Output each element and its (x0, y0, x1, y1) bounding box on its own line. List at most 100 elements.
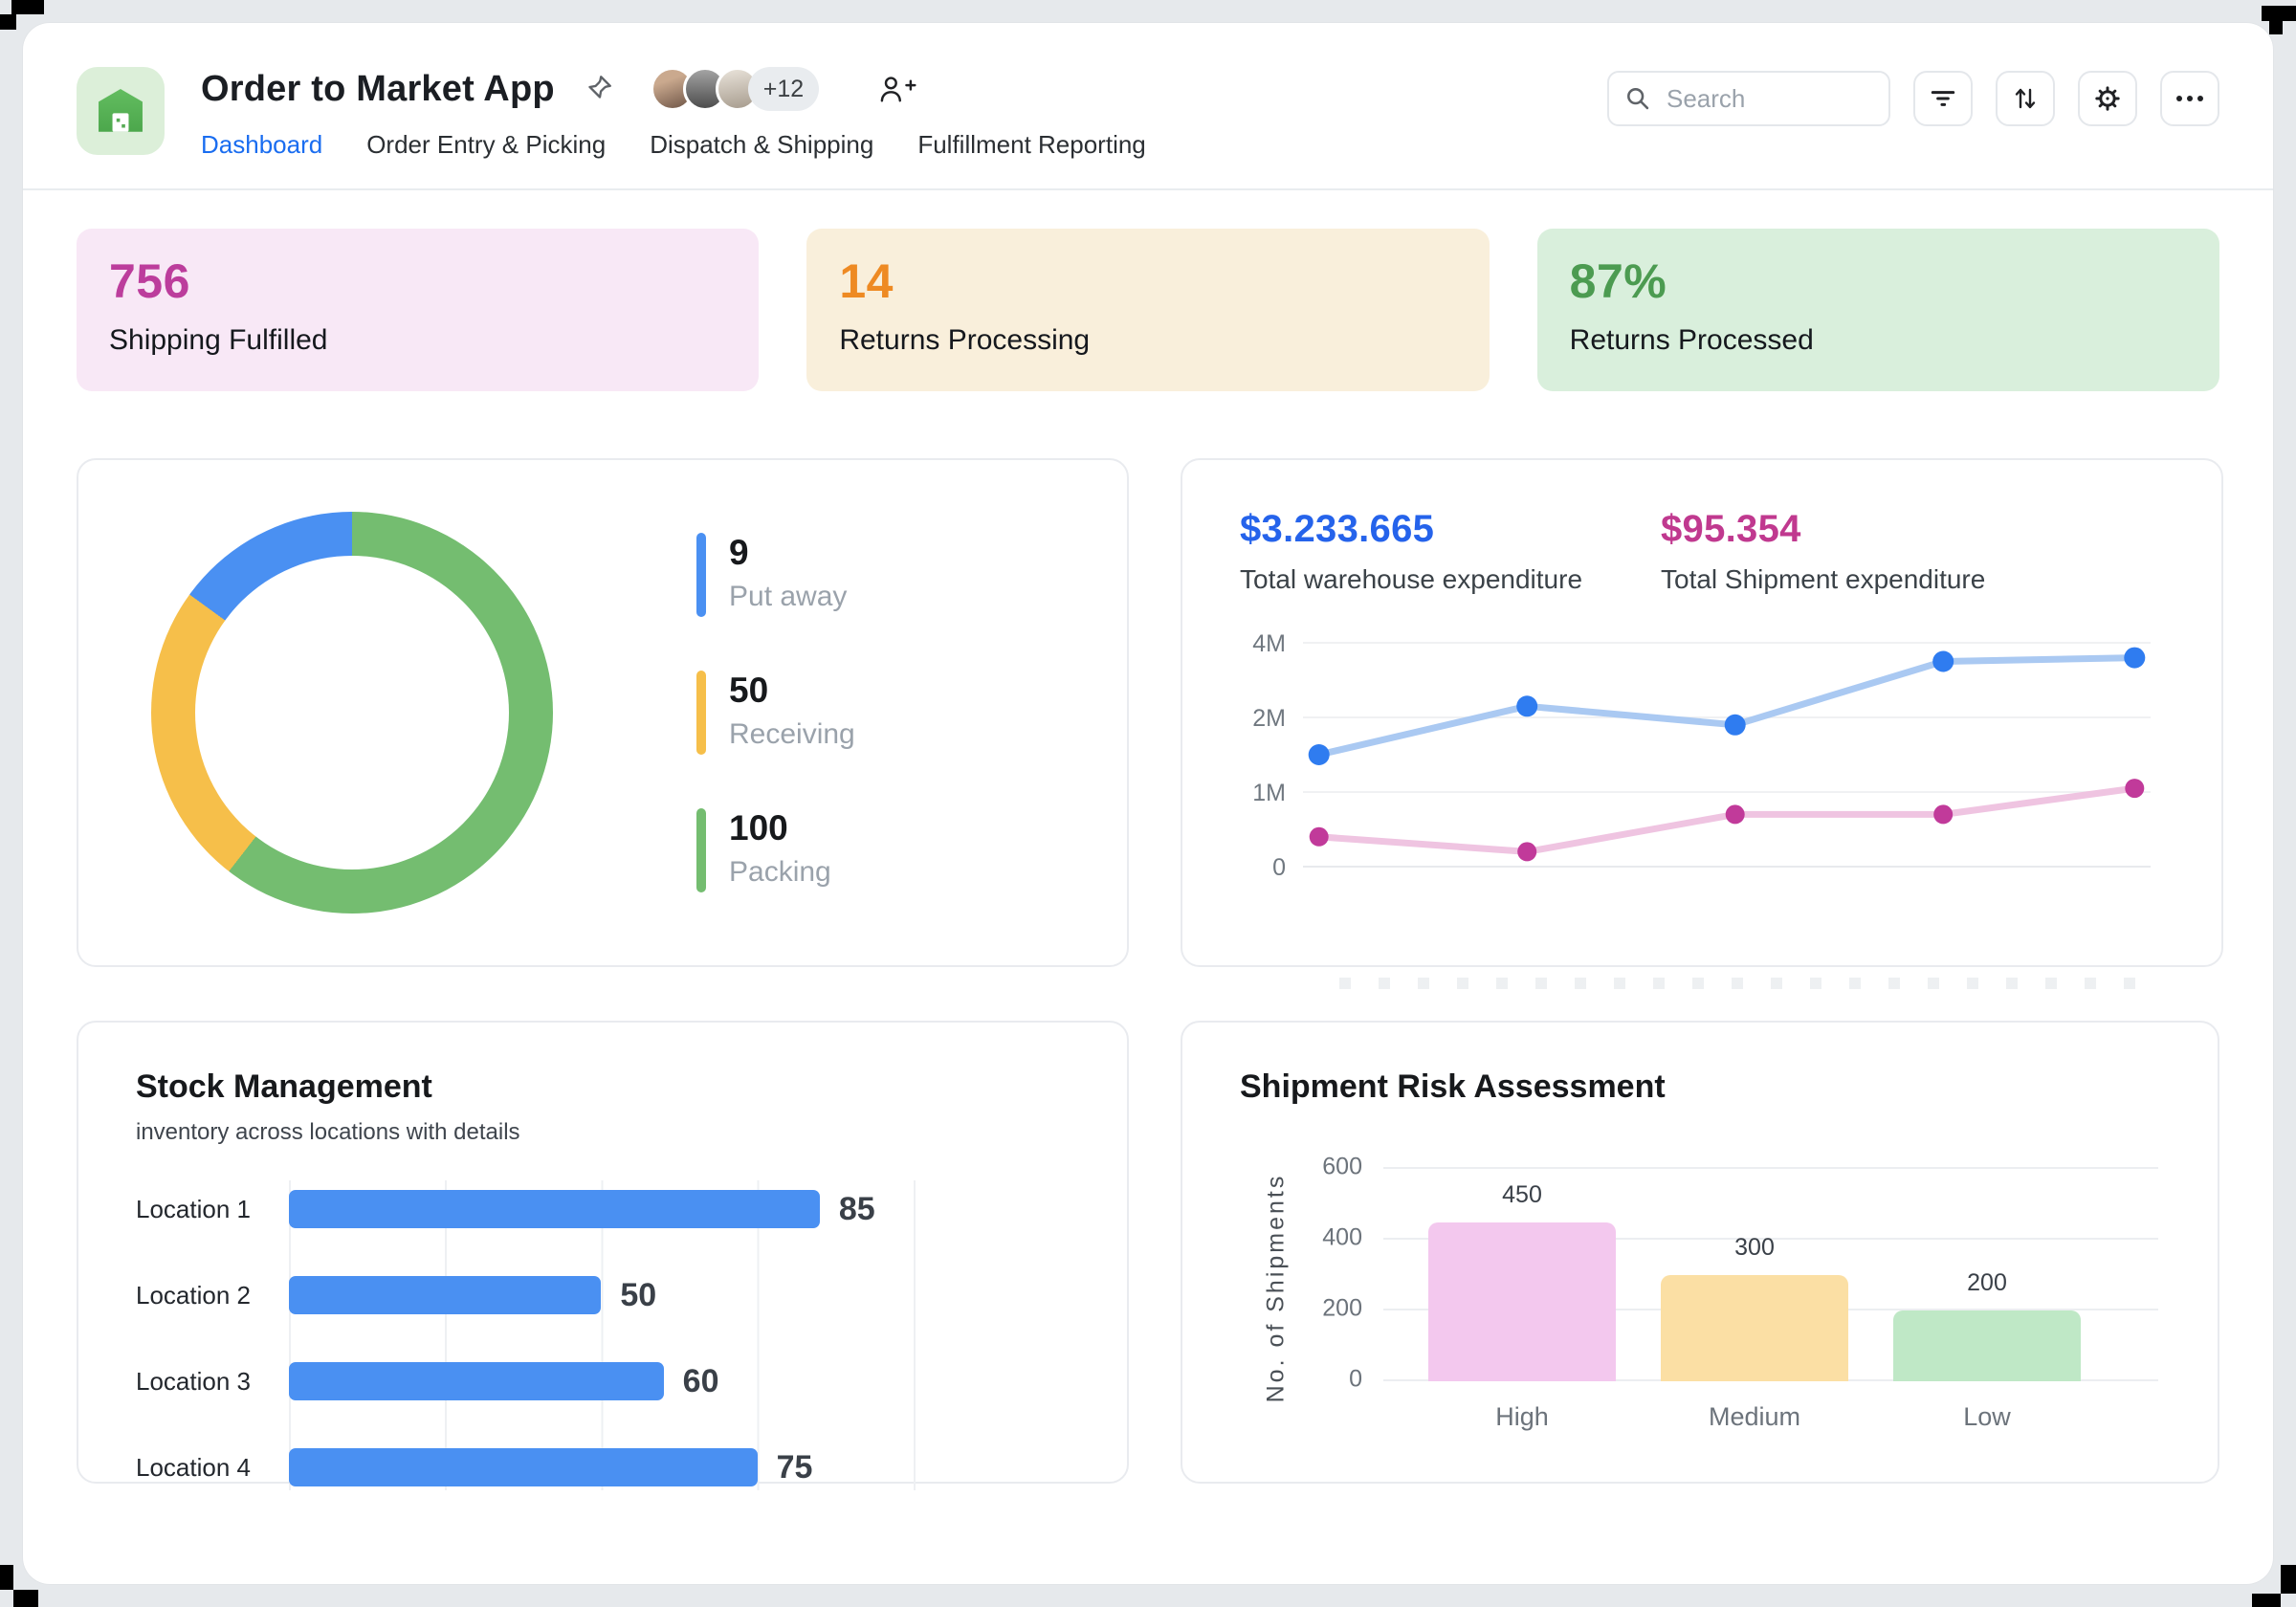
risk-bar-chart: No. of Shipments 600 400 200 0 450 High … (1383, 1167, 2160, 1381)
y-tick: 200 (1295, 1295, 1362, 1323)
donut-chart (151, 512, 553, 914)
tab-dispatch-shipping[interactable]: Dispatch & Shipping (650, 130, 873, 160)
bar-value: 300 (1661, 1234, 1848, 1262)
app-logo-warehouse-icon (77, 67, 165, 155)
svg-text:2M: 2M (1252, 705, 1286, 732)
svg-text:0: 0 (1272, 854, 1286, 881)
card-title: Shipment Risk Assessment (1240, 1068, 2160, 1106)
crop-mark (0, 1565, 13, 1590)
expenditure-line-card: $3.233.665 Total warehouse expenditure $… (1181, 458, 2223, 967)
stat-value: $95.354 (1661, 508, 2005, 551)
bar-row-location-1: Location 1 85 (136, 1190, 1070, 1228)
y-tick: 400 (1295, 1224, 1362, 1252)
bar (289, 1362, 664, 1400)
bar-row-location-2: Location 2 50 (136, 1276, 1070, 1314)
legend-swatch (696, 671, 706, 755)
kpi-value: 756 (109, 253, 726, 309)
crop-mark (13, 1590, 38, 1607)
bar-label: Location 2 (136, 1281, 289, 1310)
bar-value: 85 (839, 1191, 875, 1228)
y-tick: 600 (1295, 1154, 1362, 1181)
card-subtitle: inventory across locations with details (136, 1119, 1070, 1146)
search-box[interactable] (1607, 71, 1890, 126)
collaborator-avatars[interactable]: +12 (651, 67, 819, 111)
pin-icon[interactable] (582, 73, 614, 105)
bar-value: 450 (1428, 1181, 1616, 1209)
kpi-row: 756 Shipping Fulfilled 14 Returns Proces… (77, 229, 2219, 391)
filter-icon (1929, 86, 1957, 111)
add-user-icon[interactable] (878, 75, 916, 103)
kpi-label: Shipping Fulfilled (109, 324, 726, 357)
y-axis-label: No. of Shipments (1263, 1174, 1291, 1403)
bar-label: Location 3 (136, 1367, 289, 1397)
tab-dashboard[interactable]: Dashboard (201, 130, 322, 160)
svg-text:1M: 1M (1252, 780, 1286, 806)
app-window: Order to Market App +12 (23, 23, 2273, 1584)
x-tick: Low (1893, 1402, 2081, 1432)
sort-button[interactable] (1996, 71, 2055, 126)
filter-button[interactable] (1913, 71, 1973, 126)
legend-label: Put away (729, 581, 847, 613)
kpi-value: 14 (839, 253, 1456, 309)
tab-fulfillment-reporting[interactable]: Fulfillment Reporting (917, 130, 1145, 160)
x-tick: Medium (1661, 1402, 1848, 1432)
kpi-value: 87% (1570, 253, 2187, 309)
legend-item-packing: 100 Packing (696, 808, 855, 892)
bar-row-location-4: Location 4 75 (136, 1448, 1070, 1486)
stock-bar-chart: Location 1 85 Location 2 50 Location 3 6… (136, 1190, 1070, 1486)
bar-value: 60 (683, 1363, 719, 1400)
bar-value: 75 (777, 1449, 813, 1486)
kpi-returns-processed: 87% Returns Processed (1537, 229, 2219, 391)
bar (289, 1276, 601, 1314)
bar-column-high: 450 High (1428, 1222, 1616, 1382)
stat-label: Total warehouse expenditure (1240, 564, 1584, 595)
kpi-label: Returns Processing (839, 324, 1456, 357)
legend-value: 100 (729, 808, 831, 848)
bar-row-location-3: Location 3 60 (136, 1362, 1070, 1400)
bar-value: 200 (1893, 1269, 2081, 1297)
avatar-overflow-badge[interactable]: +12 (748, 67, 819, 111)
stat-value: $3.233.665 (1240, 508, 1584, 551)
ellipsis-icon (2175, 94, 2205, 103)
legend-label: Packing (729, 856, 831, 889)
stat-label: Total Shipment expenditure (1661, 564, 2005, 595)
legend-swatch (696, 533, 706, 617)
legend-item-receiving: 50 Receiving (696, 671, 855, 755)
x-tick: High (1428, 1402, 1616, 1432)
stock-management-card: Stock Management inventory across locati… (77, 1021, 1129, 1484)
bar (1893, 1310, 2081, 1381)
header-divider (23, 188, 2273, 190)
legend-value: 50 (729, 671, 855, 711)
more-options-button[interactable] (2160, 71, 2219, 126)
kpi-label: Returns Processed (1570, 324, 2187, 357)
bar-label: Location 4 (136, 1453, 289, 1483)
main-nav: Dashboard Order Entry & Picking Dispatch… (201, 130, 1146, 160)
crop-mark (0, 14, 16, 30)
bar-label: Location 1 (136, 1195, 289, 1224)
donut-legend: 9 Put away 50 Receiving 100 Packing (696, 533, 855, 892)
crop-mark (2252, 1594, 2281, 1607)
expenditure-line-chart: 4M2M1M0 (1240, 622, 2164, 899)
warehouse-expenditure-stat: $3.233.665 Total warehouse expenditure (1240, 508, 1584, 595)
bar-value: 50 (620, 1277, 656, 1314)
page-title: Order to Market App (201, 69, 555, 110)
bar (289, 1448, 758, 1486)
task-status-donut-card: 9 Put away 50 Receiving 100 Packing (77, 458, 1129, 967)
bar (1428, 1222, 1616, 1382)
search-input[interactable] (1665, 83, 1873, 115)
tab-order-entry-picking[interactable]: Order Entry & Picking (366, 130, 606, 160)
shipment-risk-card: Shipment Risk Assessment No. of Shipment… (1181, 1021, 2219, 1484)
legend-value: 9 (729, 533, 847, 573)
shipment-expenditure-stat: $95.354 Total Shipment expenditure (1661, 508, 2005, 595)
settings-button[interactable] (2078, 71, 2137, 126)
bar (1661, 1275, 1848, 1381)
crop-mark (2281, 1565, 2296, 1594)
y-tick: 0 (1295, 1366, 1362, 1394)
scroll-hint-dots (1339, 978, 2143, 989)
card-title: Stock Management (136, 1068, 1070, 1106)
bar-column-medium: 300 Medium (1661, 1275, 1848, 1381)
crop-mark (2269, 21, 2283, 34)
sort-icon (2011, 85, 2040, 112)
legend-item-put-away: 9 Put away (696, 533, 855, 617)
legend-label: Receiving (729, 718, 855, 751)
